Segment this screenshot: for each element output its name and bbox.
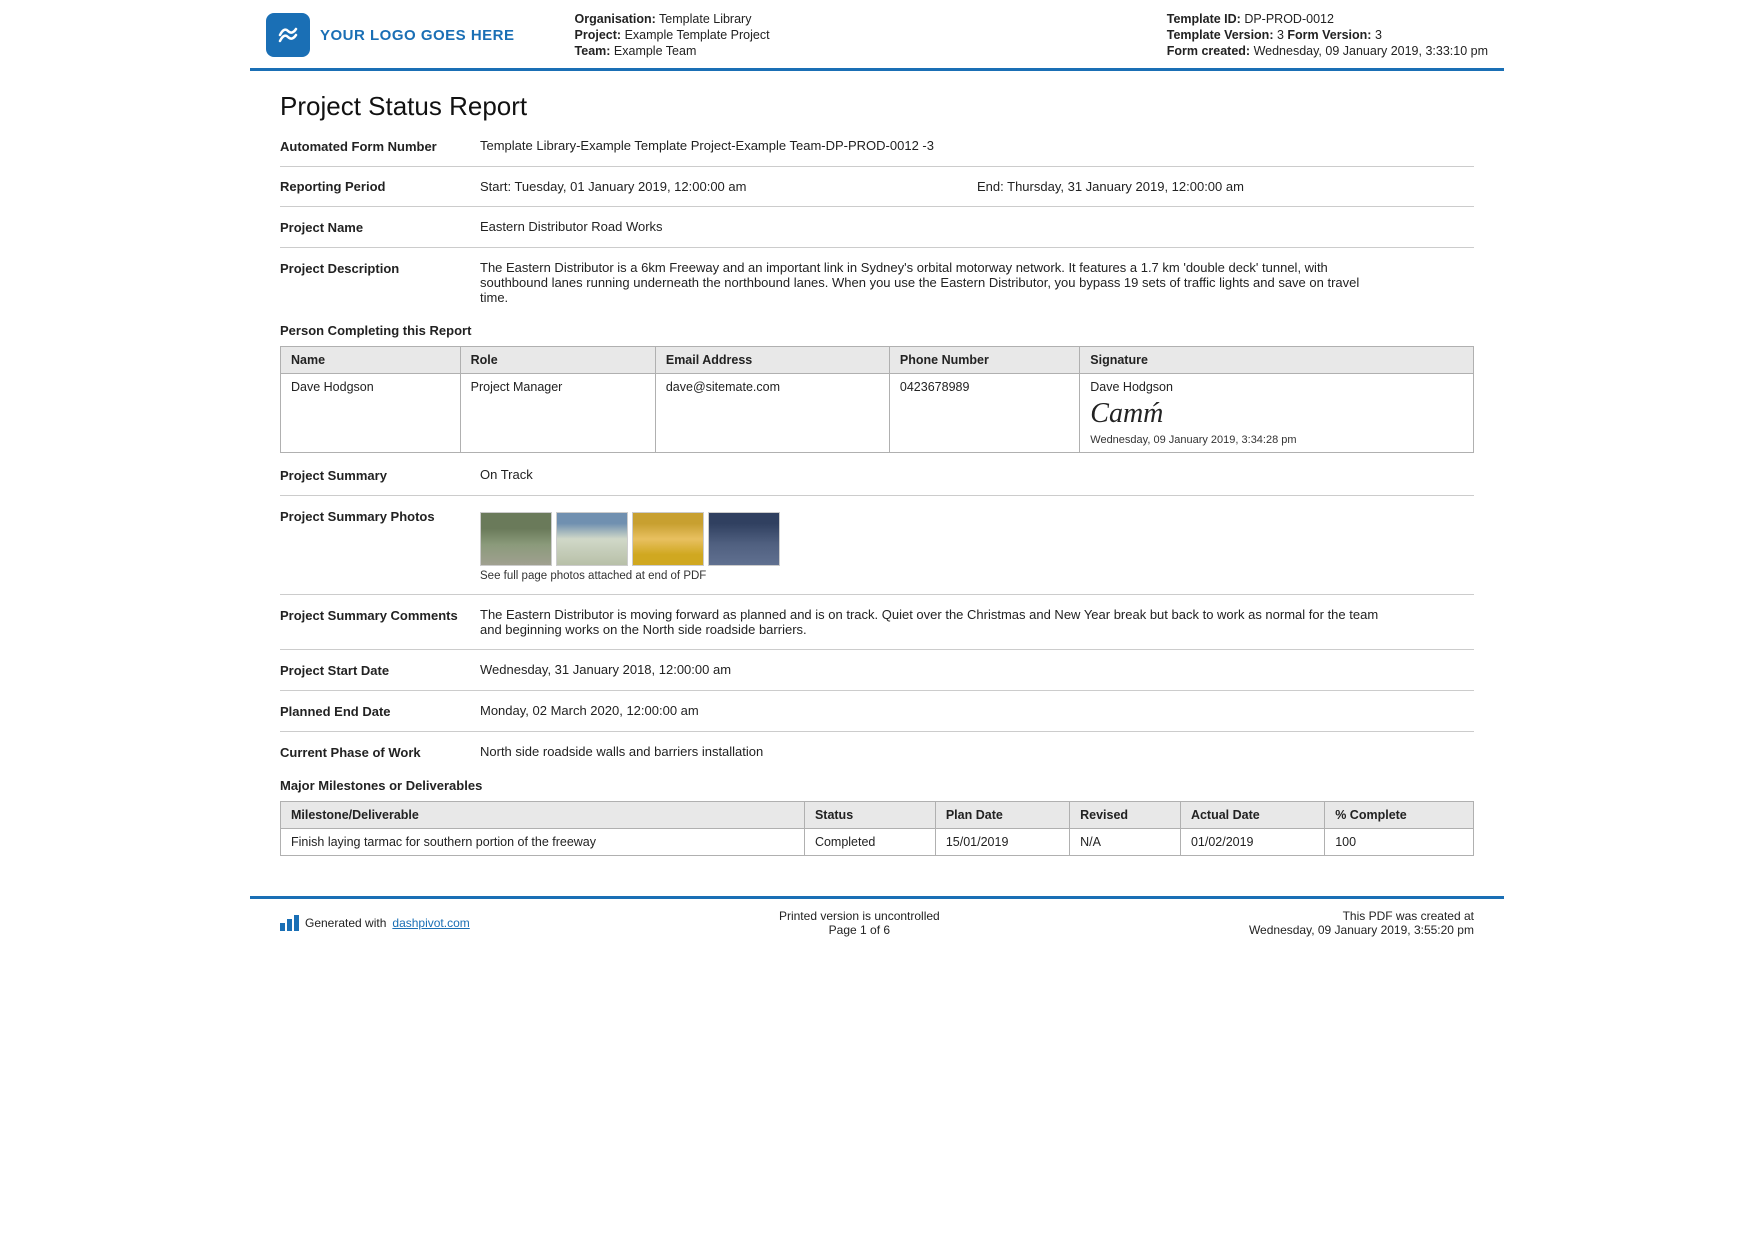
current-phase-row: Current Phase of Work North side roadsid… — [280, 744, 1474, 760]
main-content: Project Status Report Automated Form Num… — [250, 71, 1504, 876]
col-email: Email Address — [655, 347, 889, 374]
reporting-end: End: Thursday, 31 January 2019, 12:00:00… — [977, 179, 1474, 194]
page-header: YOUR LOGO GOES HERE Organisation: Templa… — [250, 0, 1504, 71]
form-created-line: Form created: Wednesday, 09 January 2019… — [1167, 44, 1488, 58]
milestone-status: Completed — [804, 829, 935, 856]
project-description-row: Project Description The Eastern Distribu… — [280, 260, 1474, 305]
project-description-value: The Eastern Distributor is a 6km Freeway… — [480, 260, 1380, 305]
person-signature: Dave Hodgson Camḿ Wednesday, 09 January… — [1080, 374, 1474, 453]
version-line: Template Version: 3 Form Version: 3 — [1167, 28, 1488, 42]
planned-end-date-label: Planned End Date — [280, 703, 480, 719]
reporting-period-row: Reporting Period Start: Tuesday, 01 Janu… — [280, 179, 1474, 194]
footer-left: Generated with dashpivot.com — [280, 915, 470, 931]
project-start-date-label: Project Start Date — [280, 662, 480, 678]
person-phone: 0423678989 — [889, 374, 1079, 453]
col-plan-date: Plan Date — [935, 802, 1069, 829]
footer-link[interactable]: dashpivot.com — [392, 916, 469, 930]
project-description-label: Project Description — [280, 260, 480, 276]
photo-4 — [708, 512, 780, 566]
sig-name: Dave Hodgson — [1090, 380, 1463, 394]
sig-date: Wednesday, 09 January 2019, 3:34:28 pm — [1090, 434, 1463, 446]
logo-icon — [266, 13, 310, 57]
footer-generated-text: Generated with — [305, 916, 386, 930]
project-summary-photos-label: Project Summary Photos — [280, 508, 480, 524]
logo-text: YOUR LOGO GOES HERE — [320, 27, 515, 44]
project-start-date-row: Project Start Date Wednesday, 31 January… — [280, 662, 1474, 678]
col-role: Role — [460, 347, 655, 374]
col-phone: Phone Number — [889, 347, 1079, 374]
milestone-deliverable: Finish laying tarmac for southern portio… — [281, 829, 805, 856]
milestone-pct-complete: 100 — [1325, 829, 1474, 856]
header-center: Organisation: Template Library Project: … — [535, 12, 1147, 58]
team-line: Team: Example Team — [575, 44, 1147, 58]
footer-created-line2: Wednesday, 09 January 2019, 3:55:20 pm — [1249, 923, 1474, 937]
current-phase-value: North side roadside walls and barriers i… — [480, 744, 1474, 759]
person-table-row: Dave Hodgson Project Manager dave@sitema… — [281, 374, 1474, 453]
project-summary-comments-value: The Eastern Distributor is moving forwar… — [480, 607, 1380, 637]
photo-2 — [556, 512, 628, 566]
automated-form-row: Automated Form Number Template Library-E… — [280, 138, 1474, 154]
footer-created-line1: This PDF was created at — [1249, 909, 1474, 923]
header-right: Template ID: DP-PROD-0012 Template Versi… — [1167, 12, 1488, 58]
reporting-start: Start: Tuesday, 01 January 2019, 12:00:0… — [480, 179, 977, 194]
reporting-period-label: Reporting Period — [280, 179, 480, 194]
photos-container — [480, 512, 1474, 566]
sig-image: Camḿ — [1090, 398, 1463, 430]
automated-form-value: Template Library-Example Template Projec… — [480, 138, 1474, 153]
project-summary-label: Project Summary — [280, 467, 480, 483]
reporting-period-values: Start: Tuesday, 01 January 2019, 12:00:0… — [480, 179, 1474, 194]
project-line: Project: Example Template Project — [575, 28, 1147, 42]
page-footer: Generated with dashpivot.com Printed ver… — [250, 896, 1504, 947]
project-name-row: Project Name Eastern Distributor Road Wo… — [280, 219, 1474, 235]
person-section-title: Person Completing this Report — [280, 323, 1474, 338]
milestones-section-title: Major Milestones or Deliverables — [280, 778, 1474, 793]
org-line: Organisation: Template Library — [575, 12, 1147, 26]
milestone-row: Finish laying tarmac for southern portio… — [281, 829, 1474, 856]
footer-center: Printed version is uncontrolled Page 1 o… — [779, 909, 940, 937]
person-name: Dave Hodgson — [281, 374, 461, 453]
footer-uncontrolled-text: Printed version is uncontrolled — [779, 909, 940, 923]
logo-section: YOUR LOGO GOES HERE — [266, 12, 515, 58]
project-summary-photos-value: See full page photos attached at end of … — [480, 508, 1474, 582]
milestone-revised: N/A — [1070, 829, 1181, 856]
person-table: Name Role Email Address Phone Number Sig… — [280, 346, 1474, 453]
template-id-line: Template ID: DP-PROD-0012 — [1167, 12, 1488, 26]
project-name-label: Project Name — [280, 219, 480, 235]
milestones-table: Milestone/Deliverable Status Plan Date R… — [280, 801, 1474, 856]
col-pct-complete: % Complete — [1325, 802, 1474, 829]
col-signature: Signature — [1080, 347, 1474, 374]
planned-end-date-row: Planned End Date Monday, 02 March 2020, … — [280, 703, 1474, 719]
planned-end-date-value: Monday, 02 March 2020, 12:00:00 am — [480, 703, 1474, 718]
milestone-actual-date: 01/02/2019 — [1180, 829, 1324, 856]
project-summary-comments-label: Project Summary Comments — [280, 607, 480, 623]
footer-page-info: Page 1 of 6 — [779, 923, 940, 937]
col-milestone: Milestone/Deliverable — [281, 802, 805, 829]
project-start-date-value: Wednesday, 31 January 2018, 12:00:00 am — [480, 662, 1474, 677]
photo-caption: See full page photos attached at end of … — [480, 570, 1474, 582]
col-actual-date: Actual Date — [1180, 802, 1324, 829]
page-title: Project Status Report — [280, 91, 1474, 122]
person-table-header-row: Name Role Email Address Phone Number Sig… — [281, 347, 1474, 374]
project-summary-photos-row: Project Summary Photos See full page pho… — [280, 508, 1474, 582]
photo-3 — [632, 512, 704, 566]
person-role: Project Manager — [460, 374, 655, 453]
person-email: dave@sitemate.com — [655, 374, 889, 453]
project-summary-row: Project Summary On Track — [280, 467, 1474, 483]
project-name-value: Eastern Distributor Road Works — [480, 219, 1474, 234]
milestones-header-row: Milestone/Deliverable Status Plan Date R… — [281, 802, 1474, 829]
col-name: Name — [281, 347, 461, 374]
col-revised: Revised — [1070, 802, 1181, 829]
current-phase-label: Current Phase of Work — [280, 744, 480, 760]
footer-right: This PDF was created at Wednesday, 09 Ja… — [1249, 909, 1474, 937]
project-summary-comments-row: Project Summary Comments The Eastern Dis… — [280, 607, 1474, 637]
footer-icon — [280, 915, 299, 931]
automated-form-label: Automated Form Number — [280, 138, 480, 154]
col-status: Status — [804, 802, 935, 829]
photo-1 — [480, 512, 552, 566]
milestone-plan-date: 15/01/2019 — [935, 829, 1069, 856]
project-summary-value: On Track — [480, 467, 1474, 482]
